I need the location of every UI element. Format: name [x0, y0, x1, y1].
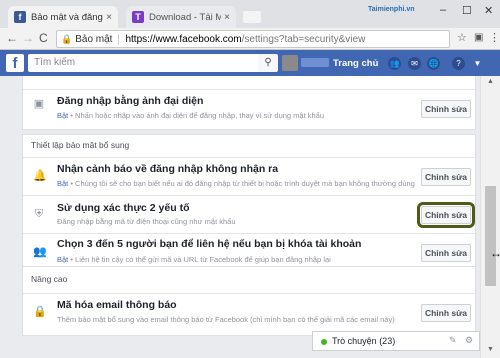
tab-download[interactable]: T Download - Tải Miễn Phí × [126, 6, 236, 28]
friend-requests-icon[interactable]: 👥 [388, 57, 401, 70]
avatar[interactable] [282, 55, 298, 71]
scrollbar-thumb[interactable] [485, 186, 496, 286]
address-bar[interactable]: 🔒 Bảo mật https://www.facebook.com/setti… [56, 30, 450, 48]
edit-button[interactable]: Chỉnh sửa [421, 168, 471, 186]
extra-security-card: Thiết lập bảo mật bổ sung 🔔 Nhận cảnh bá… [22, 134, 477, 272]
facebook-logo[interactable]: f [6, 54, 24, 72]
edit-button[interactable]: Chỉnh sửa [421, 244, 471, 262]
profile-name-blurred[interactable] [301, 58, 329, 67]
messages-icon[interactable]: ✉ [408, 57, 421, 70]
photo-icon: ▣ [33, 98, 45, 110]
list-item: 🔒 Mã hóa email thông báo Thêm bảo mật bổ… [23, 293, 477, 333]
row-desc: Bật • Liên hệ tin cậy có thể gửi mã và U… [57, 255, 331, 264]
edit-button[interactable]: Chỉnh sửa [421, 304, 471, 322]
row-title: Chọn 3 đến 5 người bạn để liên hệ nếu bạ… [57, 238, 362, 250]
login-options-card: ▣ Đăng nhập bằng ảnh đại diện Bật • Nhấn… [22, 76, 477, 130]
mouse-cursor-icon: ↔ [490, 246, 500, 260]
tab-close-icon[interactable]: × [224, 12, 230, 23]
watermark: Taimienphi.vn [368, 6, 415, 13]
menu-icon[interactable]: ⋮ [489, 31, 500, 44]
online-status-dot [321, 339, 327, 345]
minimize-icon[interactable]: – [440, 4, 446, 16]
section-title: Thiết lập bảo mật bổ sung [31, 140, 130, 150]
url-host: https://www.facebook.com [125, 33, 242, 45]
browser-toolbar: ← → C 🔒 Bảo mật https://www.facebook.com… [0, 28, 500, 50]
tab-security-login[interactable]: f Bảo mật và đăng nhập × [8, 6, 118, 28]
settings-content: ▣ Đăng nhập bằng ảnh đại diện Bật • Nhấn… [0, 76, 480, 358]
row-title: Mã hóa email thông báo [57, 299, 177, 311]
row-title: Nhận cảnh báo về đăng nhập không nhận ra [57, 163, 279, 175]
chat-settings-icon[interactable]: ⚙ [465, 335, 473, 346]
scroll-up-icon[interactable]: ▲ [487, 78, 494, 85]
scroll-down-icon[interactable]: ▼ [487, 346, 494, 353]
forward-icon[interactable]: → [22, 31, 34, 45]
bookmark-star-icon[interactable]: ☆ [457, 31, 467, 44]
facebook-search-input[interactable]: Tìm kiếm [28, 54, 276, 72]
search-icon[interactable]: ⚲ [258, 54, 278, 72]
tab-close-icon[interactable]: × [106, 12, 112, 23]
help-icon[interactable]: ? [452, 57, 465, 70]
row-title: Sử dụng xác thực 2 yếu tố [57, 202, 190, 214]
facebook-favicon-icon: f [14, 11, 26, 23]
home-link[interactable]: Trang chủ [333, 58, 378, 69]
edit-two-factor-button[interactable]: Chỉnh sửa [417, 202, 475, 228]
list-item: 🔔 Nhận cảnh báo về đăng nhập không nhận … [23, 157, 477, 195]
taimienphi-favicon-icon: T [132, 11, 144, 23]
security-label: Bảo mật [75, 33, 120, 45]
account-menu-icon[interactable]: ▼ [471, 57, 484, 70]
tab-label: Bảo mật và đăng nhập [31, 11, 103, 23]
chat-bar[interactable]: Trò chuyện (23) ✎ ⚙ [312, 331, 480, 351]
row-desc: Thêm bảo mật bổ sung vào email thông báo… [57, 315, 395, 324]
close-window-icon[interactable]: ✕ [484, 4, 493, 17]
lock-icon: 🔒 [33, 306, 47, 318]
new-tab-button[interactable] [243, 11, 261, 23]
list-item: ⛨ Sử dụng xác thực 2 yếu tố Đăng nhập bằ… [23, 195, 477, 233]
scrollbar[interactable]: ▲ ▼ [480, 76, 500, 358]
notifications-icon[interactable]: 🌐 [427, 57, 440, 70]
bell-icon: 🔔 [33, 170, 47, 182]
edit-button[interactable]: Chỉnh sửa [421, 100, 471, 118]
advanced-card: Nâng cao 🔒 Mã hóa email thông báo Thêm b… [22, 266, 477, 336]
row-desc: Bật • Nhấn hoặc nhập vào ảnh đại diện để… [57, 111, 325, 120]
friends-icon: 👥 [33, 246, 47, 258]
row-desc: Đăng nhập bằng mã từ điện thoại cũng như… [57, 217, 236, 226]
maximize-icon[interactable]: ☐ [462, 4, 472, 17]
shield-icon: ⛨ [34, 208, 44, 220]
row-desc: Bật • Chúng tôi sẽ cho bạn biết nếu ai đ… [57, 179, 415, 188]
tab-label: Download - Tải Miễn Phí [149, 11, 222, 23]
compose-icon[interactable]: ✎ [449, 335, 457, 346]
browser-tab-strip: f Bảo mật và đăng nhập × T Download - Tả… [0, 0, 500, 28]
list-item: ▣ Đăng nhập bằng ảnh đại diện Bật • Nhấn… [23, 89, 477, 129]
lock-icon: 🔒 [61, 33, 73, 44]
reload-icon[interactable]: C [39, 31, 48, 45]
section-title: Nâng cao [31, 274, 68, 284]
back-icon[interactable]: ← [6, 31, 18, 45]
url-path: /settings?tab=security&view [241, 33, 366, 45]
row-title: Đăng nhập bằng ảnh đại diện [57, 95, 204, 107]
facebook-top-bar: f Tìm kiếm ⚲ Trang chủ 👥 ✉ 🌐 ? ▼ [0, 50, 500, 76]
extension-icon[interactable]: ▣ [474, 32, 483, 43]
chat-label: Trò chuyện (23) [332, 336, 396, 346]
